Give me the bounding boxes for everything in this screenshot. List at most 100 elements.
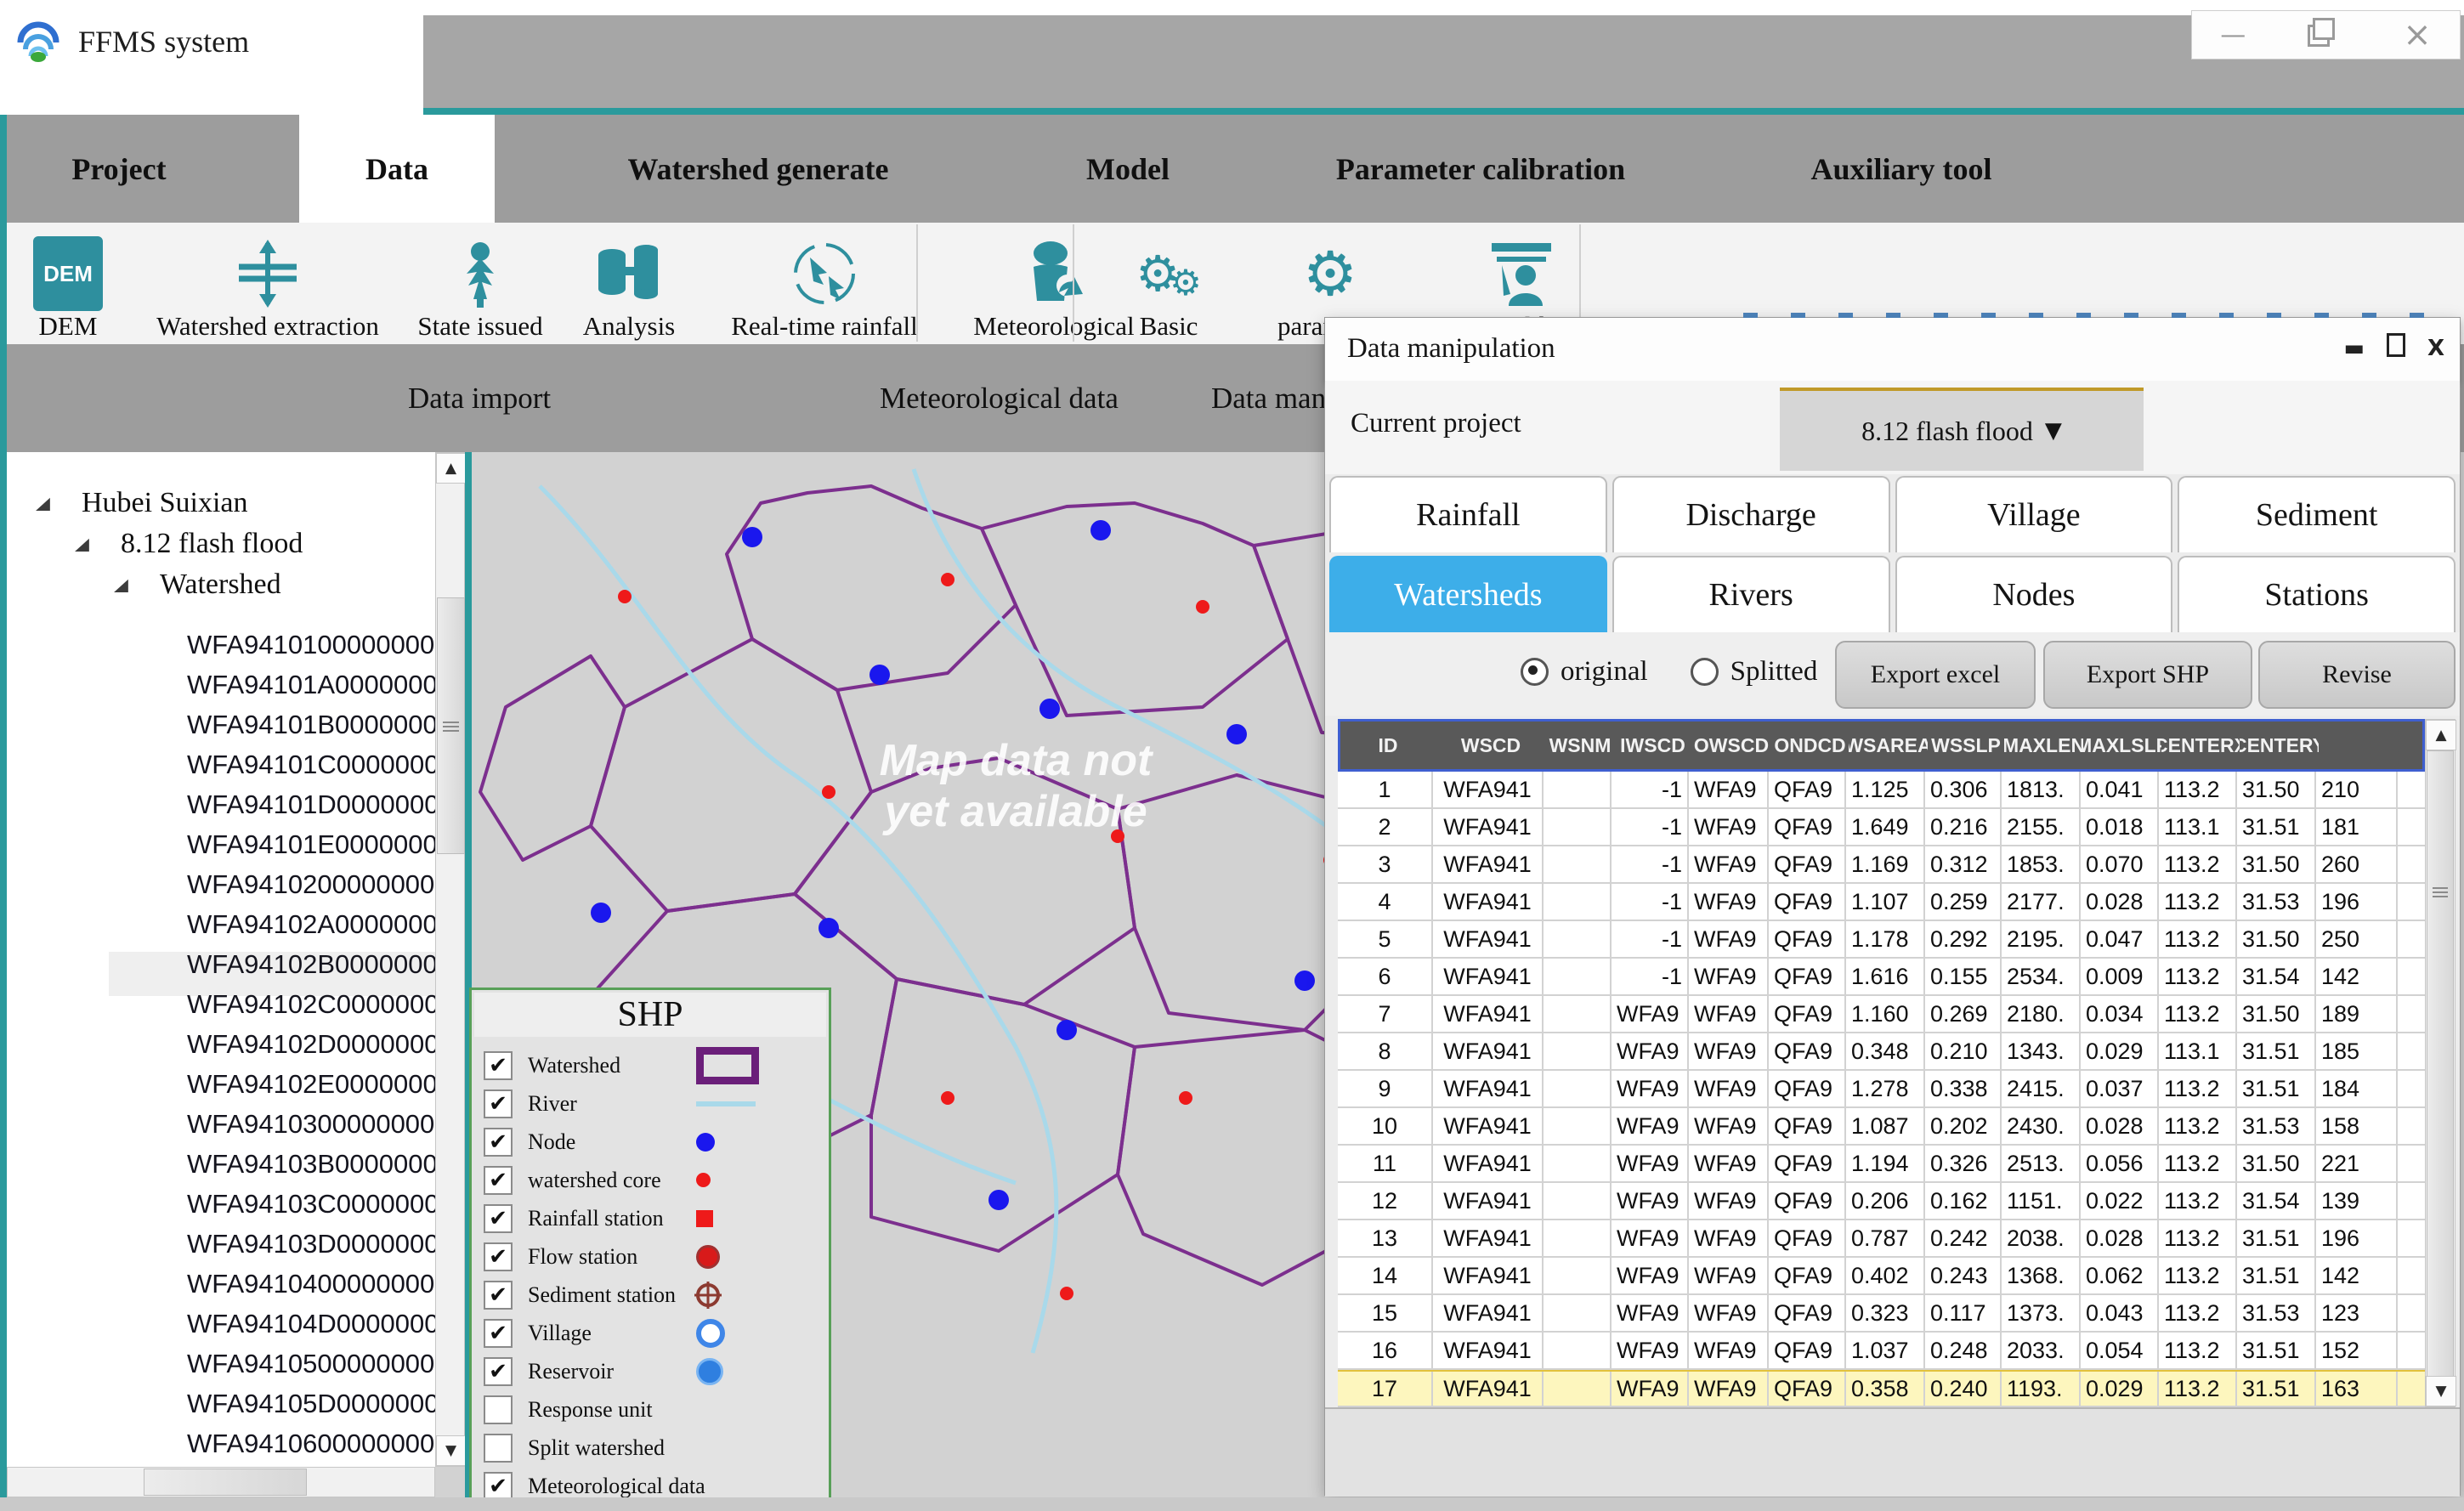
tab-discharge[interactable]: Discharge <box>1612 476 1890 552</box>
radio-selected-icon[interactable] <box>1521 658 1549 686</box>
menu-item-model[interactable]: Model <box>1039 115 1217 223</box>
tree-item-watershed-code[interactable]: WFA94101D0000000 <box>7 784 435 825</box>
tree-item-watershed-code[interactable]: WFA9410100000000 <box>7 625 435 665</box>
tree-item-watershed-code[interactable]: WFA94102E0000000 <box>7 1064 435 1105</box>
close-icon[interactable]: × <box>2403 15 2432 54</box>
table-row[interactable]: 13WFA941WFA9WFA9QFA90.7870.2422038.0.028… <box>1338 1220 2425 1258</box>
table-row[interactable]: 16WFA941WFA9WFA9QFA91.0370.2482033.0.054… <box>1338 1333 2425 1370</box>
table-row[interactable]: 3WFA941-1WFA9QFA91.1690.3121853.0.070113… <box>1338 846 2425 884</box>
tree-expand-icon[interactable]: ◢ <box>36 494 50 513</box>
tab-rainfall[interactable]: Rainfall <box>1329 476 1607 552</box>
column-header-extra[interactable] <box>2319 722 2400 769</box>
tree-item-watershed-code[interactable]: WFA9410200000000 <box>7 864 435 905</box>
tree-horizontal-scrollbar[interactable] <box>7 1467 435 1497</box>
tree-item-watershed-code[interactable]: WFA9410500000000 <box>7 1344 435 1384</box>
column-header-wsslp[interactable]: WSSLP <box>1928 722 2004 769</box>
column-header-ondcd[interactable]: ONDCD <box>1771 722 1849 769</box>
tree-item-watershed-code[interactable]: WFA94102B0000000 <box>7 944 435 985</box>
table-row[interactable]: 1WFA941-1WFA9QFA91.1250.3061813.0.041113… <box>1338 772 2425 809</box>
radio-option-splitted[interactable]: Splitted <box>1691 664 1818 678</box>
checkbox-checked-icon[interactable]: ✔ <box>484 1204 513 1233</box>
tab-watersheds[interactable]: Watersheds <box>1329 556 1607 632</box>
dialog-title-bar[interactable]: Data manipulation ▬ X <box>1325 318 2460 381</box>
tree-item-watershed-code[interactable]: WFA94102D0000000 <box>7 1024 435 1065</box>
column-header-maxlslp[interactable]: MAXLSLP <box>2083 722 2161 769</box>
tree-node-root[interactable]: ◢ Hubei Suixian <box>7 483 435 523</box>
tree-item-watershed-code[interactable]: WFA94101B0000000 <box>7 705 435 745</box>
toolbar-button-watershed-extraction[interactable]: Watershed extraction <box>127 226 408 342</box>
checkbox-checked-icon[interactable]: ✔ <box>484 1242 513 1271</box>
tree-item-watershed-code[interactable]: WFA94105D0000000 <box>7 1384 435 1424</box>
menu-item-project[interactable]: Project <box>34 115 204 223</box>
table-row[interactable]: 11WFA941WFA9WFA9QFA91.1940.3262513.0.056… <box>1338 1146 2425 1183</box>
scroll-up-icon[interactable]: ▲ <box>2426 720 2456 750</box>
checkbox-checked-icon[interactable]: ✔ <box>484 1281 513 1310</box>
tree-item-watershed-code[interactable]: WFA94102C0000000 <box>7 984 435 1025</box>
tab-stations[interactable]: Stations <box>2178 556 2456 632</box>
tree-item-watershed-code[interactable]: WFA94103C0000000 <box>7 1184 435 1225</box>
table-row[interactable]: 10WFA941WFA9WFA9QFA91.0870.2022430.0.028… <box>1338 1108 2425 1146</box>
tab-sediment[interactable]: Sediment <box>2178 476 2456 552</box>
table-row[interactable]: 12WFA941WFA9WFA9QFA90.2060.1621151.0.022… <box>1338 1183 2425 1220</box>
tab-rivers[interactable]: Rivers <box>1612 556 1890 632</box>
table-row[interactable]: 17WFA941WFA9WFA9QFA90.3580.2401193.0.029… <box>1338 1370 2425 1407</box>
tree-item-watershed-code[interactable]: WFA94101C0000000 <box>7 744 435 785</box>
scroll-down-icon[interactable]: ▼ <box>436 1435 466 1466</box>
checkbox-unchecked-icon[interactable] <box>484 1395 513 1424</box>
column-header-maxlen[interactable]: MAXLEN <box>2004 722 2083 769</box>
export-shp-button[interactable]: Export SHP <box>2043 641 2252 709</box>
tree-item-watershed-code[interactable]: WFA94103D0000000 <box>7 1224 435 1265</box>
scroll-down-icon[interactable]: ▼ <box>2426 1376 2456 1406</box>
table-row[interactable]: 2WFA941-1WFA9QFA91.6490.2162155.0.018113… <box>1338 809 2425 846</box>
tree-expand-icon[interactable]: ◢ <box>114 575 128 595</box>
tree-vertical-scrollbar[interactable]: ▲ ▼ <box>435 452 465 1467</box>
revise-button[interactable]: Revise <box>2258 641 2456 709</box>
tree-item-watershed-code[interactable]: WFA94101E0000000 <box>7 824 435 865</box>
column-header-centerx[interactable]: CENTERX <box>2161 722 2240 769</box>
column-header-centery[interactable]: CENTERY <box>2240 722 2319 769</box>
table-row[interactable]: 7WFA941WFA9WFA9QFA91.1600.2692180.0.0341… <box>1338 996 2425 1033</box>
toolbar-button-dem[interactable]: DEMDEM <box>17 226 119 342</box>
checkbox-checked-icon[interactable]: ✔ <box>484 1051 513 1080</box>
tree-item-watershed-code[interactable]: WFA94101A0000000 <box>7 665 435 705</box>
dialog-minimize-icon[interactable]: ▬ <box>2343 336 2365 361</box>
tree-node-watershed-folder[interactable]: ◢ Watershed <box>7 564 435 605</box>
scroll-up-icon[interactable]: ▲ <box>436 453 466 484</box>
checkbox-checked-icon[interactable]: ✔ <box>484 1472 513 1501</box>
checkbox-checked-icon[interactable]: ✔ <box>484 1319 513 1348</box>
column-header-wscd[interactable]: WSCD <box>1436 722 1546 769</box>
table-row[interactable]: 6WFA941-1WFA9QFA91.6160.1552534.0.009113… <box>1338 959 2425 996</box>
dialog-close-icon[interactable]: X <box>2427 336 2444 361</box>
column-header-wsarea[interactable]: WSAREA <box>1849 722 1928 769</box>
tree-expand-icon[interactable]: ◢ <box>75 535 89 554</box>
tree-item-watershed-code[interactable]: WFA9410300000000 <box>7 1104 435 1145</box>
current-project-dropdown[interactable]: 8.12 flash flood ▼ <box>1780 388 2144 471</box>
menu-item-data[interactable]: Data <box>299 115 495 223</box>
dialog-restore-icon[interactable] <box>2387 333 2405 363</box>
checkbox-unchecked-icon[interactable] <box>484 1434 513 1463</box>
tree-item-watershed-code[interactable]: WFA94103B0000000 <box>7 1144 435 1185</box>
table-row[interactable]: 4WFA941-1WFA9QFA91.1070.2592177.0.028113… <box>1338 884 2425 921</box>
tree-item-watershed-code[interactable]: WFA94104D0000000 <box>7 1304 435 1344</box>
toolbar-button-analysis[interactable]: Analysis <box>561 226 697 342</box>
table-row[interactable]: 14WFA941WFA9WFA9QFA90.4020.2431368.0.062… <box>1338 1258 2425 1295</box>
table-row[interactable]: 9WFA941WFA9WFA9QFA91.2780.3382415.0.0371… <box>1338 1071 2425 1108</box>
checkbox-checked-icon[interactable]: ✔ <box>484 1166 513 1195</box>
radio-option-original[interactable]: original <box>1521 664 1648 678</box>
toolbar-button-basic[interactable]: ⚙⚙Basic <box>1105 226 1232 342</box>
column-header-owscd[interactable]: OWSCD <box>1691 722 1771 769</box>
checkbox-checked-icon[interactable]: ✔ <box>484 1357 513 1386</box>
tree-item-watershed-code[interactable]: WFA9410400000000 <box>7 1264 435 1304</box>
tree-item-watershed-code[interactable]: WFA94102A0000000 <box>7 904 435 945</box>
minimize-icon[interactable]: — <box>2220 20 2246 50</box>
table-row[interactable]: 8WFA941WFA9WFA9QFA90.3480.2101343.0.0291… <box>1338 1033 2425 1071</box>
tree-item-watershed-code[interactable]: WFA9410600000000 <box>7 1423 435 1464</box>
toolbar-button-state-issued[interactable]: State issued <box>399 226 561 342</box>
tree-node-project[interactable]: ◢ 8.12 flash flood <box>7 523 435 564</box>
tab-nodes[interactable]: Nodes <box>1895 556 2173 632</box>
table-vertical-scrollbar[interactable]: ▲ ▼ <box>2425 719 2456 1407</box>
tree-hscrollbar-thumb[interactable] <box>144 1469 307 1496</box>
table-scrollbar-thumb[interactable] <box>2427 750 2454 1378</box>
restore-icon[interactable] <box>2303 20 2347 50</box>
export-excel-button[interactable]: Export excel <box>1835 641 2036 709</box>
